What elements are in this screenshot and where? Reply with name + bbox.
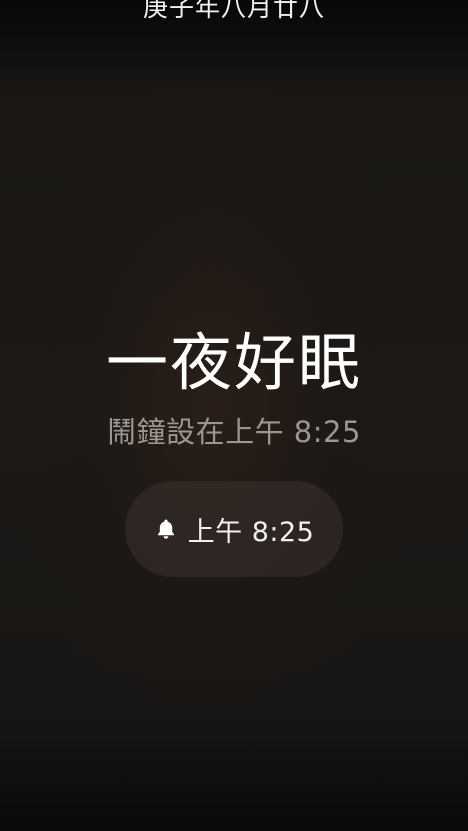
alarm-time-button[interactable]: 上午 8:25	[125, 481, 343, 577]
alarm-time-label: 上午 8:25	[187, 516, 315, 548]
lunar-date-label: 庚子年八月廿八	[142, 0, 325, 22]
sleep-lock-screen: 庚子年八月廿八 一夜好眠 鬧鐘設在上午 8:25 上午 8:25	[0, 0, 468, 831]
bell-icon	[154, 517, 178, 541]
alarm-time-subtitle: 鬧鐘設在上午 8:25	[107, 415, 361, 449]
bottom-shade	[0, 721, 468, 831]
good-night-heading: 一夜好眠	[105, 326, 362, 399]
